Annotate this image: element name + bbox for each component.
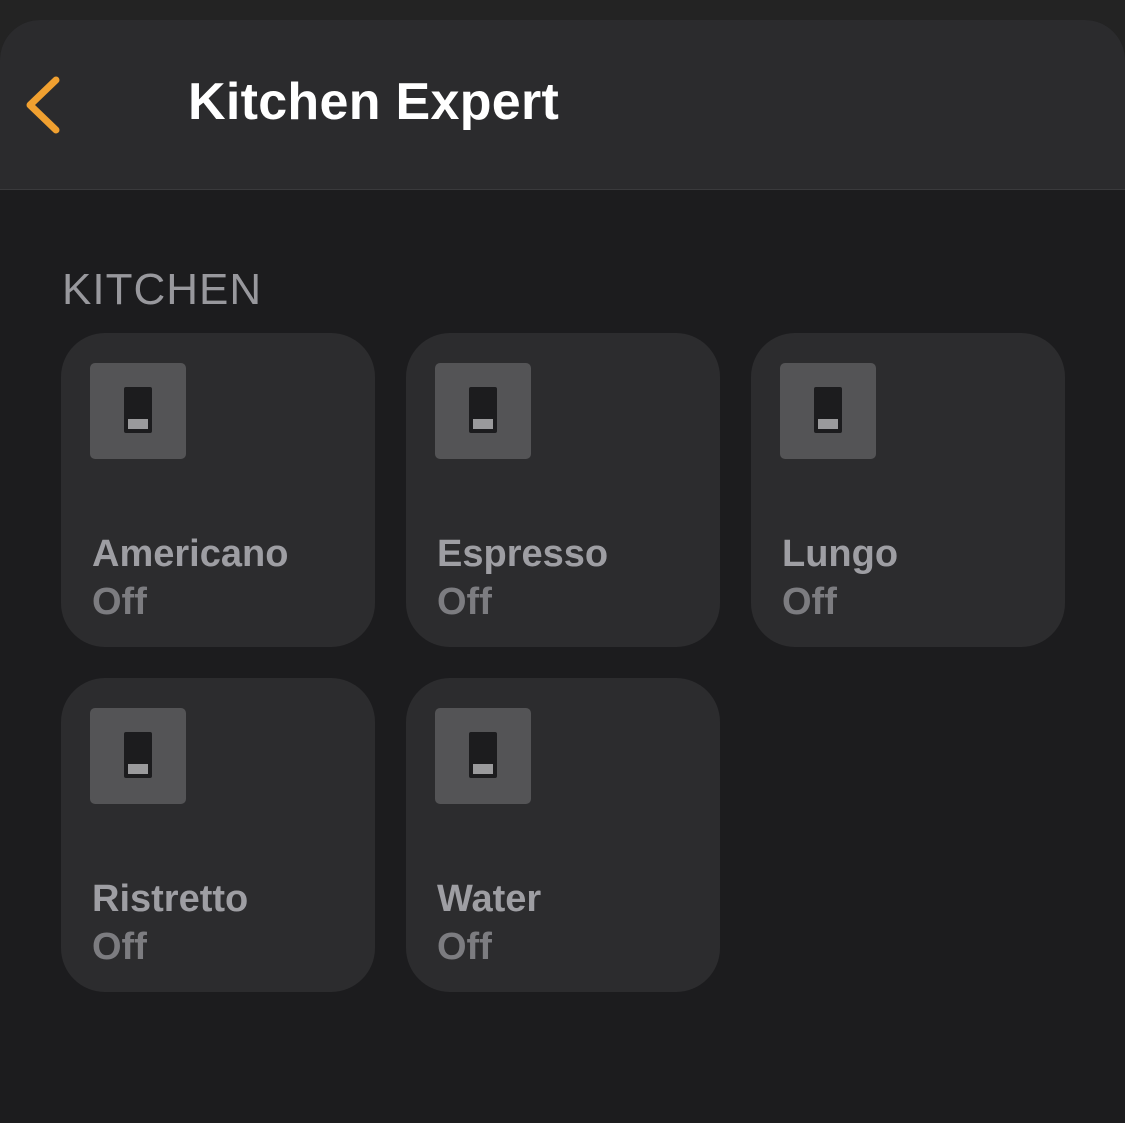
- tile-state: Off: [92, 926, 147, 968]
- tile-name: Espresso: [437, 533, 609, 575]
- accessory-sheet: Kitchen Expert KITCHEN Americano Off Esp…: [0, 20, 1125, 1123]
- chevron-left-icon: [26, 76, 60, 134]
- tile-americano[interactable]: Americano Off: [61, 333, 375, 647]
- switch-icon: [90, 363, 186, 459]
- tile-water[interactable]: Water Off: [406, 678, 720, 992]
- page-title: Kitchen Expert: [188, 73, 560, 131]
- switch-icon: [435, 363, 531, 459]
- tile-name: Ristretto: [92, 878, 249, 920]
- switch-icon: [435, 708, 531, 804]
- tile-name: Americano: [92, 533, 289, 575]
- switch-icon: [90, 708, 186, 804]
- tile-state: Off: [92, 581, 147, 623]
- section-header-kitchen: KITCHEN: [62, 265, 263, 314]
- switch-icon: [780, 363, 876, 459]
- tile-state: Off: [437, 581, 492, 623]
- tile-name: Lungo: [782, 533, 899, 575]
- screen: Kitchen Expert KITCHEN Americano Off Esp…: [0, 0, 1125, 1123]
- tile-name: Water: [437, 878, 542, 920]
- tile-lungo[interactable]: Lungo Off: [751, 333, 1065, 647]
- nav-header: Kitchen Expert: [0, 20, 1125, 190]
- tile-state: Off: [437, 926, 492, 968]
- back-button[interactable]: [18, 70, 78, 140]
- tile-state: Off: [782, 581, 837, 623]
- tile-espresso[interactable]: Espresso Off: [406, 333, 720, 647]
- tile-ristretto[interactable]: Ristretto Off: [61, 678, 375, 992]
